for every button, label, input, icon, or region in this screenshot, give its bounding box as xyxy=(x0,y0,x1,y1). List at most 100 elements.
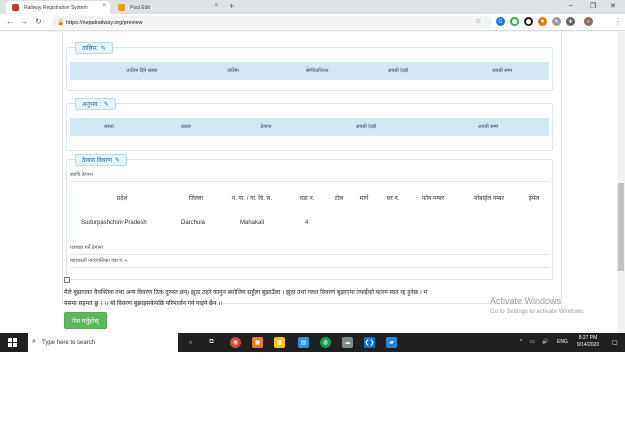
column-header: घर न. xyxy=(386,196,400,202)
activate-windows-title: Activate Windows xyxy=(490,296,562,306)
column-header: अवधी सम्म xyxy=(491,68,513,74)
back-icon[interactable]: ← xyxy=(6,17,14,26)
column-header: श्रेणी/प्रतिशत xyxy=(305,68,329,74)
app-window-icon[interactable]: ▰ xyxy=(386,337,397,348)
battery-icon[interactable]: ▭ xyxy=(530,339,535,345)
new-tab-button[interactable]: + xyxy=(229,1,234,11)
column-header: न. पा. / गा. वि. स. xyxy=(231,196,273,202)
edit-icon[interactable]: ✎ xyxy=(104,101,109,108)
correspondence-address-value: महाकाली नगरपालिका वडा नं. ५ xyxy=(70,258,128,264)
search-placeholder: Type here to search xyxy=(42,339,96,346)
column-header: ईमेल xyxy=(528,196,540,202)
training-legend-label: तालिम: xyxy=(82,46,98,52)
tab-label: Post Edit xyxy=(130,4,151,11)
training-table-header: तालिम दिने संस्था तालिम श्रेणी/प्रतिशत अ… xyxy=(70,62,549,80)
district-cell: Darchula xyxy=(181,220,206,226)
close-tab-icon[interactable]: × xyxy=(102,3,106,9)
chrome-app-icon[interactable]: ◉ xyxy=(230,337,241,348)
forward-icon[interactable]: → xyxy=(20,17,28,26)
experience-section: अनुभव : ✎ संस्था प्रकार ठेगाना अवधी देखी… xyxy=(66,98,553,151)
profile-avatar-icon[interactable]: ◐ xyxy=(584,17,593,26)
column-header: मार्ग xyxy=(359,196,369,202)
column-header: टोल xyxy=(334,196,344,202)
tab-label: Railway Registration System xyxy=(24,4,88,11)
column-header: अवधी सम्म xyxy=(477,124,499,130)
column-header: प्रदेश xyxy=(116,196,128,202)
page-viewport: तालिम: ✎ तालिम दिने संस्था तालिम श्रेणी/… xyxy=(0,32,625,333)
clock-time: 8:27 PM xyxy=(578,335,598,341)
edit-icon[interactable]: ✎ xyxy=(115,157,120,164)
submit-button[interactable]: पेश गर्नुहोस् xyxy=(64,312,107,329)
extension-edit-icon[interactable]: ✎ xyxy=(552,17,561,26)
address-section: ठेगाना विवरण ✎ स्थायि ठेगाना प्रदेश जिल्… xyxy=(66,154,553,280)
search-icon: ⌕ xyxy=(32,338,36,345)
permanent-address-label: स्थायि ठेगाना xyxy=(70,172,94,178)
close-window-icon[interactable]: ✕ xyxy=(610,2,616,10)
extension-dark-icon[interactable]: ⬤ xyxy=(524,17,533,26)
screen: Railway Registration System × Post Edit … xyxy=(0,0,625,352)
column-header: जिल्ला xyxy=(188,196,204,202)
volume-icon[interactable]: 🔊 xyxy=(542,339,548,345)
column-header: संस्था xyxy=(104,124,114,130)
file-explorer-icon[interactable]: ▦ xyxy=(274,337,285,348)
divider xyxy=(70,254,549,255)
chrome-menu-icon[interactable]: ⋮ xyxy=(614,17,622,26)
extensions-puzzle-icon[interactable]: ✚ xyxy=(566,17,575,26)
app-blue-icon[interactable]: ▤ xyxy=(298,337,309,348)
divider xyxy=(70,267,549,268)
taskbar-clock[interactable]: 8:27 PM 9/14/2020 xyxy=(572,335,604,349)
province-cell: Sudurpashchim Pradesh xyxy=(81,220,147,226)
task-view-icon[interactable]: ⧉ xyxy=(206,337,217,348)
windows-start-icon[interactable] xyxy=(8,338,17,347)
experience-table-header: संस्था प्रकार ठेगाना अवधी देखी अवधी सम्म xyxy=(70,118,549,136)
column-header: मोबाईल नम्बर xyxy=(474,196,504,202)
training-legend[interactable]: तालिम: ✎ xyxy=(75,42,113,54)
language-indicator[interactable]: ENG xyxy=(557,339,568,345)
edge-app-icon[interactable]: ◍ xyxy=(320,337,331,348)
address-legend-label: ठेगाना विवरण xyxy=(82,158,112,164)
column-header: तालिम दिने संस्था xyxy=(126,68,158,74)
divider xyxy=(70,181,549,182)
clock-date: 9/14/2020 xyxy=(576,342,600,348)
xampp-app-icon[interactable]: ▣ xyxy=(252,337,263,348)
cortana-icon[interactable]: ○ xyxy=(185,337,196,348)
declaration-line-1: मैले बुझाएका वैयक्तिक तथा अन्य विवरण ठिक… xyxy=(64,290,428,296)
tab-strip: Railway Registration System × Post Edit … xyxy=(0,0,625,14)
extension-green-icon[interactable]: ⬤ xyxy=(510,17,519,26)
experience-legend[interactable]: अनुभव : ✎ xyxy=(75,98,116,110)
url-text: https://nepalrailway.org/preview xyxy=(66,19,143,26)
tab-railway-registration[interactable]: Railway Registration System × xyxy=(6,1,110,14)
edit-icon[interactable]: ✎ xyxy=(101,45,106,52)
close-tab-icon[interactable]: × xyxy=(214,3,218,9)
vscode-app-icon[interactable]: ❮❯ xyxy=(364,337,375,348)
municipality-cell: Mahakali xyxy=(240,220,265,226)
address-bar[interactable]: 🔒 https://nepalrailway.org/preview xyxy=(52,16,492,29)
tab-favicon xyxy=(12,4,19,11)
scrollbar-thumb[interactable] xyxy=(618,183,624,271)
column-header: ठेगाना xyxy=(260,124,272,130)
bookmark-star-icon[interactable]: ☆ xyxy=(475,17,481,25)
tab-favicon xyxy=(118,4,125,11)
activate-windows-subtitle: Go to Settings to activate Windows. xyxy=(490,309,585,315)
notification-icon[interactable]: ▢ xyxy=(612,339,618,346)
reload-icon[interactable]: ↻ xyxy=(35,17,42,26)
tab-post-edit[interactable]: Post Edit × xyxy=(112,1,222,14)
cloud-app-icon[interactable]: ☁ xyxy=(342,337,353,348)
taskbar-search-input[interactable]: ⌕ Type here to search xyxy=(28,333,178,352)
column-header: वडा न. xyxy=(299,196,315,202)
tray-expand-icon[interactable]: ^ xyxy=(520,339,522,345)
maximize-icon[interactable]: ❐ xyxy=(590,2,596,10)
column-header: तालिम xyxy=(227,68,239,74)
column-header: फोन नम्बर xyxy=(421,196,445,202)
column-header: प्रकार xyxy=(180,124,192,130)
column-header: अवधी देखी xyxy=(355,124,377,130)
minimize-icon[interactable]: – xyxy=(569,2,573,9)
training-section: तालिम: ✎ तालिम दिने संस्था तालिम श्रेणी/… xyxy=(66,42,553,91)
extension-orange-icon[interactable]: ✱ xyxy=(538,17,547,26)
page-scrollbar[interactable] xyxy=(617,32,625,333)
agree-checkbox[interactable] xyxy=(64,277,70,283)
lock-icon: 🔒 xyxy=(57,20,65,26)
correspondence-address-label: पत्राचार गर्ने ठेगाना xyxy=(70,245,103,251)
address-legend[interactable]: ठेगाना विवरण ✎ xyxy=(75,154,128,166)
extension-grammarly-icon[interactable]: G xyxy=(496,17,505,26)
